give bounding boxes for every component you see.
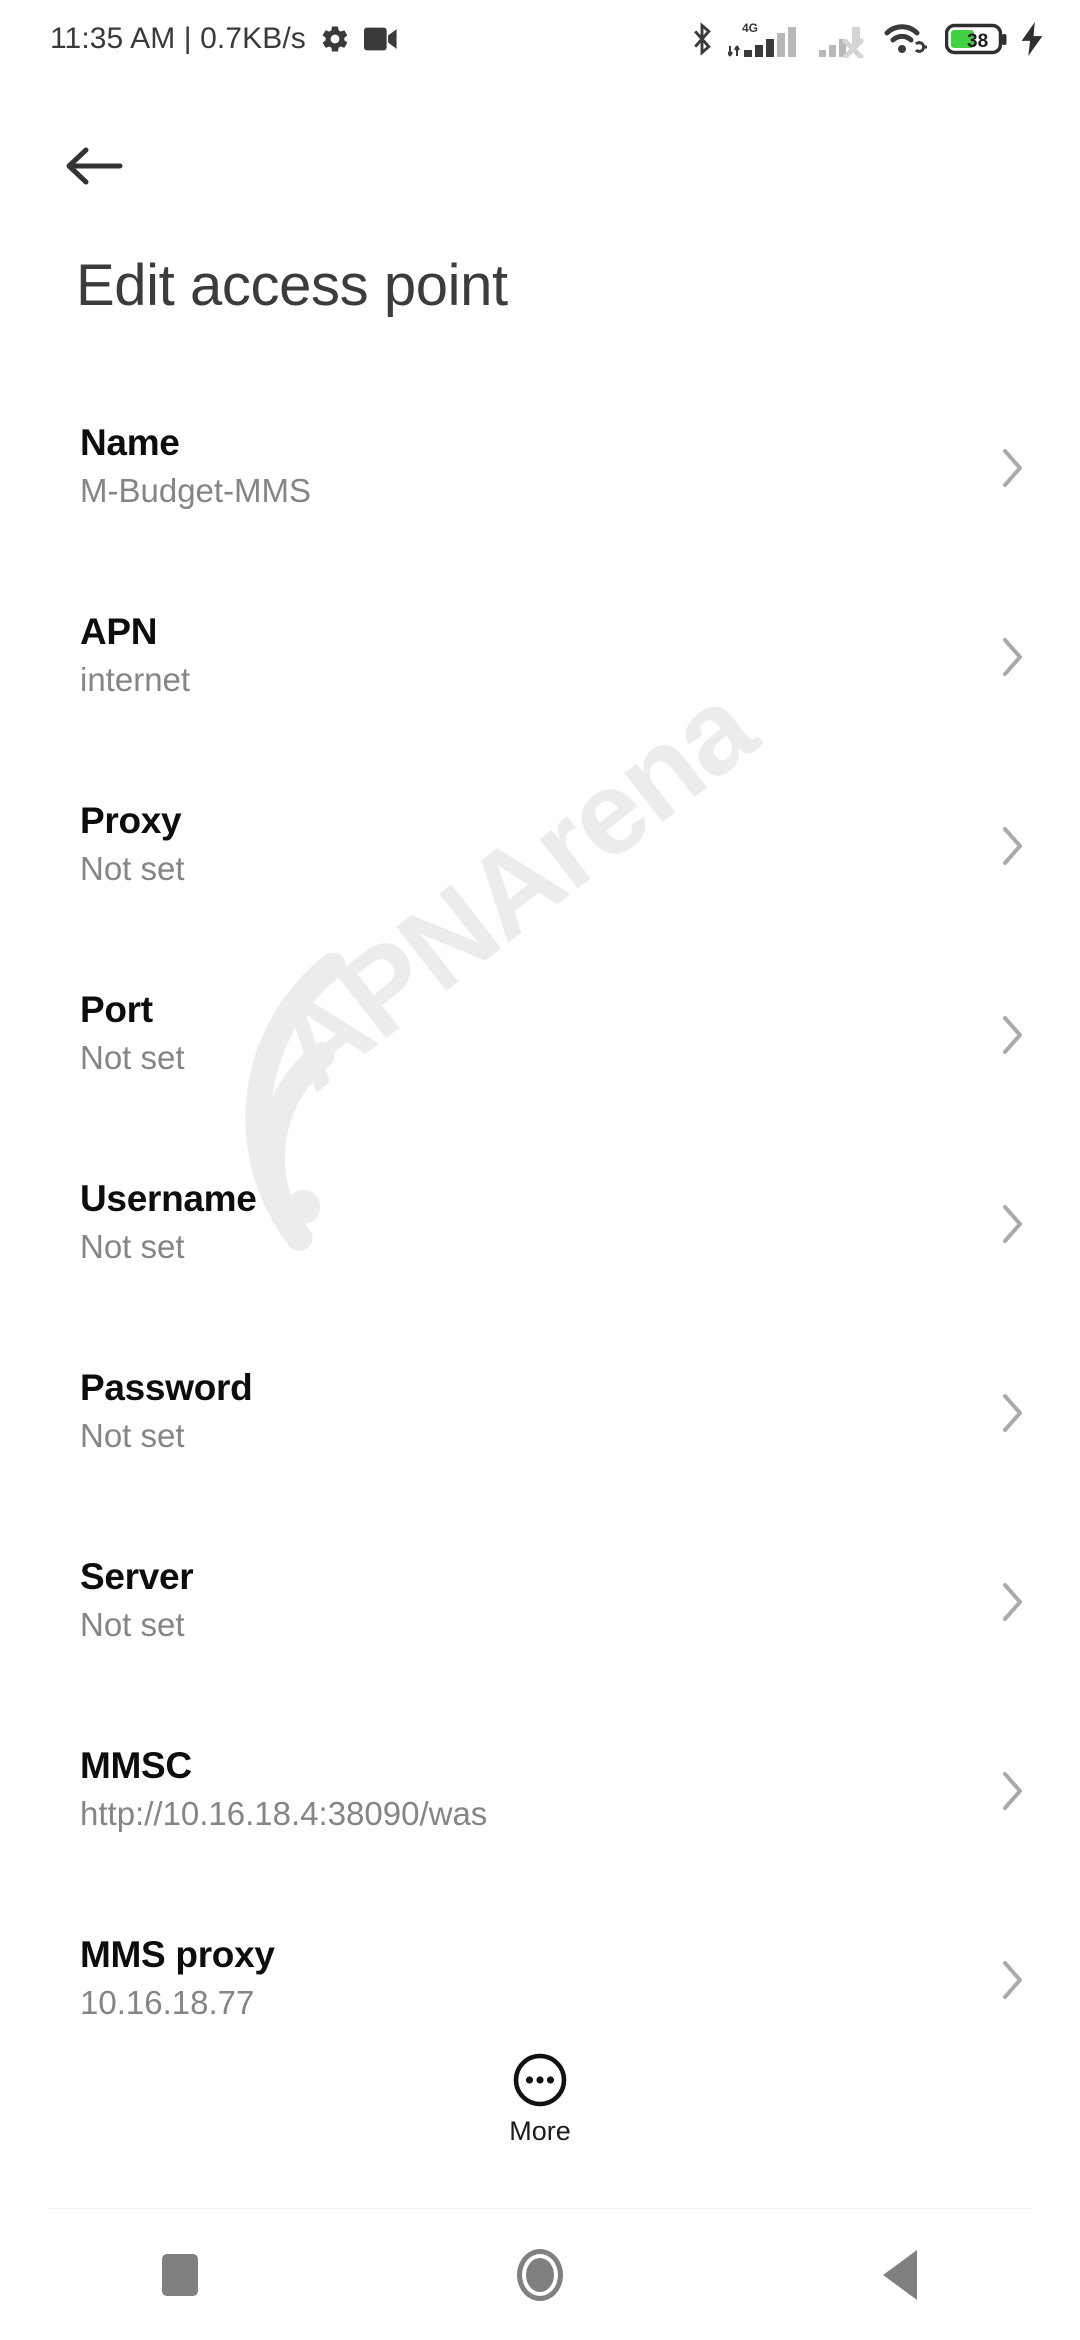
settings-row-proxy[interactable]: Proxy Not set: [0, 778, 1080, 967]
chevron-right-icon: [1002, 1393, 1024, 1433]
row-label: Server: [80, 1556, 194, 1597]
square-icon: [162, 2254, 198, 2296]
row-text: MMS proxy 10.16.18.77: [80, 1912, 275, 2023]
navigation-bar: [0, 2210, 1080, 2340]
row-value: Not set: [80, 1416, 185, 1454]
signal-4g-icon: 4G: [728, 20, 806, 58]
row-label: APN: [80, 611, 158, 652]
row-label: Name: [80, 422, 180, 463]
chevron-right-icon: [1002, 1960, 1024, 2000]
row-text: MMSC http://10.16.18.4:38090/was: [80, 1723, 487, 1834]
row-text: Username Not set: [80, 1156, 257, 1267]
chevron-right-icon: [1002, 826, 1024, 866]
settings-row-port[interactable]: Port Not set: [0, 967, 1080, 1156]
row-text: Proxy Not set: [80, 778, 185, 889]
wifi-link-icon: [884, 20, 932, 58]
svg-text:4G: 4G: [742, 21, 758, 35]
row-label: Username: [80, 1178, 257, 1219]
row-value: Not set: [80, 1038, 185, 1076]
status-clock: 11:35 AM | 0.7KB/s: [50, 22, 306, 55]
battery-icon: 38: [945, 22, 1007, 56]
bluetooth-icon: [689, 22, 715, 56]
row-value: Not set: [80, 849, 185, 887]
row-value: internet: [80, 660, 191, 698]
more-button-label: More: [509, 2116, 571, 2146]
settings-row-username[interactable]: Username Not set: [0, 1156, 1080, 1345]
battery-percent-text: 38: [967, 31, 988, 52]
settings-row-name[interactable]: Name M-Budget-MMS: [0, 400, 1080, 589]
chevron-right-icon: [1002, 637, 1024, 677]
row-label: MMSC: [80, 1745, 192, 1786]
row-text: Server Not set: [80, 1534, 194, 1645]
nav-home-button[interactable]: [440, 2210, 640, 2340]
status-bar: 11:35 AM | 0.7KB/s 4G 38: [0, 0, 1080, 78]
back-arrow-icon: [66, 147, 123, 185]
chevron-right-icon: [1002, 1582, 1024, 1622]
video-camera-icon: [363, 26, 398, 52]
status-bar-right: 4G 38: [689, 20, 1044, 58]
page-title: Edit access point: [76, 253, 508, 318]
row-text: APN internet: [80, 589, 190, 700]
settings-row-server[interactable]: Server Not set: [0, 1534, 1080, 1723]
row-value: Not set: [80, 1605, 185, 1643]
more-button[interactable]: More: [0, 2052, 1080, 2147]
nav-recents-button[interactable]: [80, 2210, 280, 2340]
row-label: Proxy: [80, 800, 182, 841]
back-button[interactable]: [48, 120, 140, 212]
row-label: MMS proxy: [80, 1934, 275, 1975]
charging-bolt-icon: [1020, 22, 1044, 56]
triangle-left-icon: [883, 2250, 917, 2300]
chevron-right-icon: [1002, 448, 1024, 488]
more-circle-icon: [512, 2052, 568, 2108]
status-bar-left: 11:35 AM | 0.7KB/s: [50, 22, 398, 56]
chevron-right-icon: [1002, 1015, 1024, 1055]
chevron-right-icon: [1002, 1204, 1024, 1244]
nav-divider: [48, 2208, 1032, 2209]
row-value: 10.16.18.77: [80, 1983, 255, 2021]
settings-row-password[interactable]: Password Not set: [0, 1345, 1080, 1534]
settings-row-mmsc[interactable]: MMSC http://10.16.18.4:38090/was: [0, 1723, 1080, 1912]
nav-back-button[interactable]: [800, 2210, 1000, 2340]
row-value: http://10.16.18.4:38090/was: [80, 1794, 488, 1832]
gear-icon: [320, 24, 350, 54]
circle-icon: [517, 2249, 563, 2301]
row-label: Port: [80, 989, 153, 1030]
settings-row-apn[interactable]: APN internet: [0, 589, 1080, 778]
row-label: Password: [80, 1367, 253, 1408]
row-text: Name M-Budget-MMS: [80, 400, 311, 511]
signal-no-service-icon: [819, 20, 871, 58]
row-text: Port Not set: [80, 967, 185, 1078]
row-text: Password Not set: [80, 1345, 253, 1456]
chevron-right-icon: [1002, 1771, 1024, 1811]
settings-list: Name M-Budget-MMS APN internet Proxy Not…: [0, 400, 1080, 2101]
row-value: Not set: [80, 1227, 185, 1265]
row-value: M-Budget-MMS: [80, 471, 312, 509]
